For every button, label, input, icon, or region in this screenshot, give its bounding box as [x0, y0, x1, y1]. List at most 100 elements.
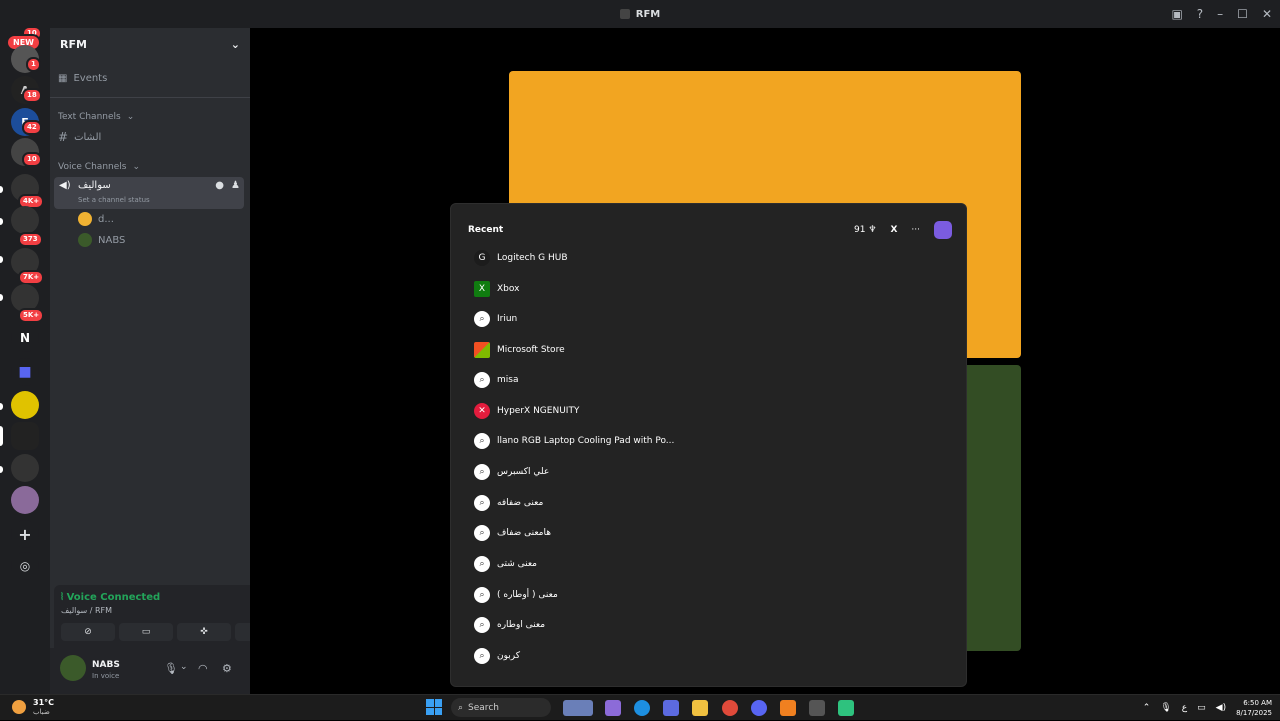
activity-button[interactable]: ✜ — [177, 623, 231, 641]
microphone-tray-icon[interactable]: 🎙 — [1160, 703, 1171, 713]
store-icon — [474, 342, 490, 358]
more-options-icon[interactable]: ··· — [911, 225, 920, 235]
window-title-group: RFM — [619, 9, 660, 20]
copilot-app-icon[interactable] — [663, 700, 679, 716]
app-a-icon[interactable] — [780, 700, 796, 716]
recent-item[interactable]: ⌕ معنى اوطاره — [474, 615, 934, 635]
unread-indicator — [0, 218, 3, 225]
edge-browser-icon[interactable] — [634, 700, 650, 716]
recent-item[interactable]: ⌕ معنى ( أوطاره ) — [474, 585, 934, 605]
taskbar-widget-icon[interactable] — [563, 700, 593, 716]
chevron-down-icon[interactable]: ⌄ — [180, 662, 188, 672]
taskbar-search-box[interactable]: ⌕ Search — [451, 698, 551, 717]
guild-name: RFM — [60, 37, 87, 51]
server-icon-n[interactable]: N — [11, 324, 39, 352]
close-icon[interactable]: ✕ — [1262, 7, 1272, 21]
hyperx-icon: ✕ — [474, 403, 490, 419]
chrome-browser-icon[interactable] — [722, 700, 738, 716]
server-icon[interactable] — [11, 454, 39, 482]
speaker-icon: ◀) — [59, 180, 71, 191]
game-controller-app-icon[interactable] — [605, 700, 621, 716]
server-folder-icon[interactable] — [11, 206, 39, 234]
recent-item[interactable]: ⌕ misa — [474, 370, 934, 390]
voice-member-item[interactable]: NABS — [78, 233, 242, 247]
chat-bubble-icon[interactable]: ● — [215, 180, 224, 191]
language-indicator[interactable]: ع — [1182, 703, 1187, 713]
gamepad-icon: ✜ — [200, 627, 208, 637]
unread-indicator — [0, 294, 3, 301]
category-voice-channels[interactable]: Voice Channels ⌄ — [58, 162, 242, 172]
avatar — [78, 212, 92, 226]
network-icon[interactable]: ▭ — [1197, 703, 1206, 713]
popup-header: Recent 91 ♆ X ··· — [468, 221, 952, 239]
voice-location[interactable]: سواليف / RFM — [61, 606, 112, 615]
inbox-icon[interactable]: ▣ — [1171, 7, 1182, 21]
server-icon[interactable] — [11, 486, 39, 514]
camera-off-button[interactable]: ⊘ — [61, 623, 115, 641]
unread-indicator — [0, 186, 3, 193]
headphones-icon[interactable]: ◠ — [198, 662, 208, 675]
recent-item[interactable]: Microsoft Store — [474, 340, 934, 360]
signal-icon: ⦚ — [61, 592, 64, 603]
rewards-points[interactable]: 91 ♆ — [854, 225, 876, 235]
app-icon[interactable] — [809, 700, 825, 716]
voice-channel-item[interactable]: ◀) سواليف Set a channel status ● ♟ — [54, 177, 244, 209]
discover-icon[interactable]: ◎ — [11, 552, 39, 580]
unread-indicator — [0, 256, 3, 263]
recent-item[interactable]: ⌕ llano RGB Laptop Cooling Pad with Po... — [474, 431, 934, 451]
avatar[interactable] — [60, 655, 86, 681]
events-item[interactable]: ▦ Events — [58, 73, 242, 84]
add-server-icon[interactable]: + — [11, 520, 39, 548]
server-icon-active[interactable] — [11, 422, 39, 450]
windows-start-icon[interactable] — [426, 699, 442, 715]
recent-item[interactable]: X Xbox — [474, 279, 934, 299]
file-explorer-icon[interactable] — [692, 700, 708, 716]
recent-item[interactable]: ⌕ هامعنى ضفاف — [474, 523, 934, 543]
category-text-channels[interactable]: Text Channels ⌄ — [58, 112, 242, 122]
search-icon: ⌕ — [474, 587, 490, 603]
search-icon: ⌕ — [474, 525, 490, 541]
recent-item[interactable]: ⌕ علي اكسبرس — [474, 462, 934, 482]
copilot-icon[interactable] — [934, 221, 952, 239]
recent-heading: Recent — [468, 225, 504, 235]
volume-icon[interactable]: ◀) — [1216, 703, 1226, 713]
chevron-up-icon[interactable]: ⌃ — [1143, 703, 1151, 713]
microphone-icon[interactable]: 🎙 — [164, 662, 178, 675]
recent-item[interactable]: ✕ HyperX NGENUITY — [474, 401, 934, 421]
weather-widget[interactable]: 31°C ضباب — [8, 698, 68, 718]
voice-connected-status[interactable]: ⦚ Voice Connected — [61, 592, 160, 603]
screen-share-button[interactable]: ▭ — [119, 623, 173, 641]
recent-item[interactable]: ⌕ معنى شتى — [474, 554, 934, 574]
channel-status-placeholder[interactable]: Set a channel status — [78, 196, 150, 204]
screen-share-icon: ▭ — [141, 627, 151, 637]
recent-item[interactable]: ⌕ Iriun — [474, 309, 934, 329]
search-icon: ⌕ — [474, 311, 490, 327]
clock[interactable]: 6:50 AM 8/17/2025 — [1236, 698, 1272, 718]
recent-item[interactable]: ⌕ كربون — [474, 646, 934, 666]
minimize-icon[interactable]: – — [1217, 7, 1223, 21]
search-icon: ⌕ — [458, 702, 464, 713]
app-icon[interactable] — [838, 700, 854, 716]
server-icon[interactable] — [11, 391, 39, 419]
maximize-icon[interactable]: ☐ — [1237, 7, 1248, 21]
search-icon: ⌕ — [474, 433, 490, 449]
folder-icon[interactable]: ■ — [11, 358, 39, 386]
guild-header[interactable]: RFM ⌄ — [50, 28, 250, 60]
chevron-down-icon: ⌄ — [126, 112, 135, 122]
mention-badge: 5K+ — [18, 308, 45, 323]
search-icon: ⌕ — [474, 556, 490, 572]
help-icon[interactable]: ? — [1197, 7, 1203, 21]
text-channel-item[interactable]: # الشات — [58, 130, 242, 144]
chevron-down-icon: ⌄ — [132, 162, 140, 172]
recent-item[interactable]: ⌕ معنى ضفافه — [474, 493, 934, 513]
search-icon: ⌕ — [474, 617, 490, 633]
x-letter-button[interactable]: X — [890, 225, 897, 235]
recent-item[interactable]: G Logitech G HUB — [474, 248, 934, 268]
voice-member-item[interactable]: d... — [78, 212, 242, 226]
discord-app-icon[interactable] — [751, 700, 767, 716]
user-status: In voice — [92, 672, 120, 680]
title-bar-controls: ▣ ? – ☐ ✕ — [1171, 0, 1272, 28]
invite-icon[interactable]: ♟ — [231, 180, 240, 191]
xbox-icon: X — [474, 281, 490, 297]
settings-gear-icon[interactable]: ⚙ — [222, 662, 232, 675]
